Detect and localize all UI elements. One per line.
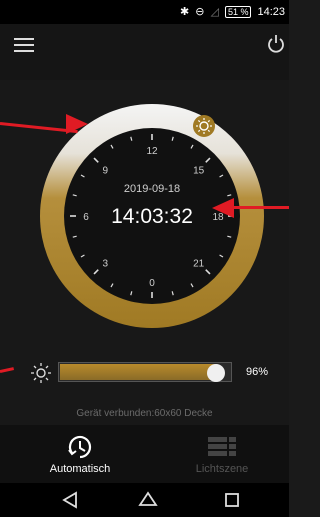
app-toolbar: [0, 24, 289, 80]
dial-hour-label: 0: [149, 278, 155, 289]
tab-lichtszene[interactable]: Lichtszene: [150, 425, 294, 483]
home-icon[interactable]: [138, 491, 158, 509]
brightness-percent: 96%: [246, 366, 269, 378]
dial-hour-label: 21: [193, 259, 205, 270]
annotation-arrowhead-ring: [66, 114, 88, 134]
brightness-slider-thumb[interactable]: [207, 364, 225, 382]
do-not-disturb-icon: ⊖: [195, 6, 205, 18]
dial-hour-label: 15: [193, 165, 205, 176]
brightness-sun-icon: [31, 363, 51, 383]
brightness-slider-fill: [60, 364, 217, 380]
tab-automatisch[interactable]: Automatisch: [8, 425, 152, 483]
recents-icon[interactable]: [222, 491, 242, 509]
tab-automatisch-label: Automatisch: [49, 463, 111, 475]
hamburger-menu-icon[interactable]: [14, 38, 34, 52]
dial-hour-label: 9: [103, 165, 109, 176]
brightness-row: 96%: [0, 358, 289, 388]
dial-time: 14:03:32: [111, 205, 193, 228]
signal-icon: ◿: [210, 6, 219, 18]
tab-lichtszene-label: Lichtszene: [195, 463, 249, 475]
brightness-slider[interactable]: [58, 362, 232, 382]
annotation-arrow-time: [232, 206, 289, 209]
dial-hour-label: 3: [103, 259, 109, 270]
dial-date: 2019-09-18: [124, 183, 180, 195]
clock-auto-icon: [68, 435, 92, 459]
power-icon[interactable]: [266, 34, 286, 54]
system-nav-bar: [0, 483, 289, 517]
annotation-arrowhead-time: [212, 198, 234, 218]
dial-hour-label: 12: [146, 146, 158, 157]
back-icon[interactable]: [60, 491, 80, 509]
battery-indicator: 51 %: [224, 6, 252, 18]
grid-scene-icon: [208, 437, 236, 456]
tab-bar: Automatisch Lichtszene: [0, 425, 289, 483]
connection-status: Gerät verbunden:60x60 Decke: [76, 408, 213, 419]
dial-hour-label: 6: [83, 212, 89, 223]
bluetooth-icon: ✱: [180, 6, 190, 18]
status-time: 14:23: [257, 6, 285, 18]
sun-marker-icon[interactable]: [193, 115, 215, 137]
status-bar: ✱ ⊖ ◿ 51 % 14:23: [0, 0, 289, 24]
